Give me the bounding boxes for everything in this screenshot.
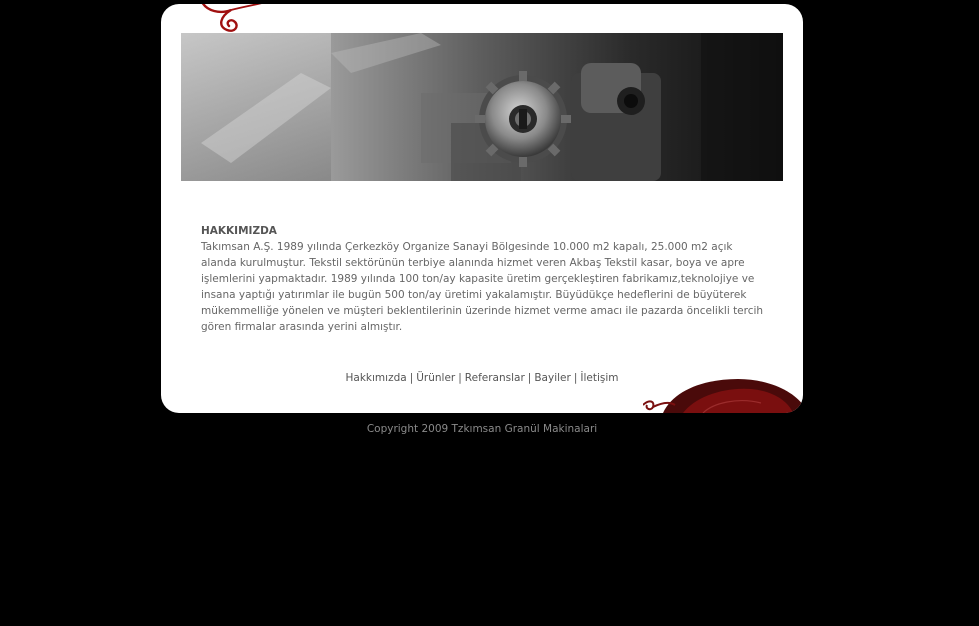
nav-link-urunler[interactable]: Ürünler xyxy=(416,372,455,384)
content-card: HAKKIMIZDA Takımsan A.Ş. 1989 yılında Çe… xyxy=(161,4,803,413)
nav-separator: | xyxy=(573,372,578,384)
corner-swirl-decoration xyxy=(643,379,803,413)
nav-separator: | xyxy=(409,372,414,384)
nav-link-bayiler[interactable]: Bayiler xyxy=(534,372,570,384)
about-section: HAKKIMIZDA Takımsan A.Ş. 1989 yılında Çe… xyxy=(201,223,771,335)
section-heading: HAKKIMIZDA xyxy=(201,225,277,237)
nav-separator: | xyxy=(458,372,462,384)
logo-swirl-decoration xyxy=(201,4,262,32)
banner-image xyxy=(181,33,783,181)
gear-machine-photo xyxy=(181,33,783,181)
nav-link-hakkimizda[interactable]: Hakkımızda xyxy=(346,372,407,384)
page: HAKKIMIZDA Takımsan A.Ş. 1989 yılında Çe… xyxy=(0,0,979,626)
nav-link-referanslar[interactable]: Referanslar xyxy=(465,372,525,384)
copyright-text: Copyright 2009 Tzkımsan Granül Makinalar… xyxy=(366,423,598,435)
about-paragraph: Takımsan A.Ş. 1989 yılında Çerkezköy Org… xyxy=(201,241,764,333)
nav-separator: | xyxy=(527,372,532,384)
nav-link-iletisim[interactable]: İletişim xyxy=(580,372,618,384)
